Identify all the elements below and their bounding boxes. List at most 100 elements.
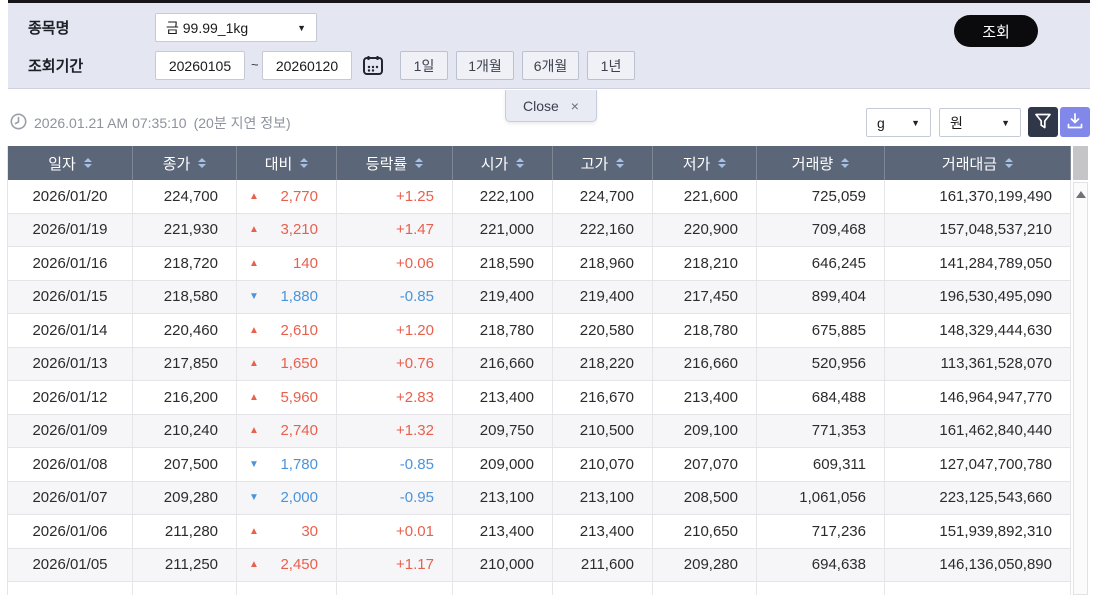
filler-cell [653, 582, 757, 595]
weight-unit-select[interactable]: g ▼ [866, 108, 931, 137]
close-tab[interactable]: Close × [505, 90, 597, 122]
item-name-label: 종목명 [28, 20, 70, 37]
cell-low: 209,100 [653, 414, 757, 447]
range-button-1year[interactable]: 1년 [587, 51, 635, 80]
weight-unit-value: g [877, 114, 885, 131]
cell-low: 217,450 [653, 280, 757, 313]
cell-close: 210,240 [133, 414, 237, 447]
cell-open: 209,000 [453, 448, 553, 481]
cell-rate: -0.85 [337, 448, 453, 481]
table-filler-row [8, 582, 1071, 595]
table-row: 2026/01/19 221,930 ▲ 3,210 +1.47 221,000 222,1… [8, 213, 1071, 247]
cell-date: 2026/01/19 [8, 213, 133, 246]
download-icon [1066, 112, 1084, 133]
item-select[interactable]: 금 99.99_1kg ▼ [155, 13, 317, 42]
column-header-rate[interactable]: 등락률 [337, 146, 453, 180]
change-value: 2,000 [280, 489, 318, 507]
cell-value: 141,284,789,050 [885, 247, 1071, 280]
cell-low: 208,500 [653, 481, 757, 514]
calendar-button[interactable] [360, 53, 386, 79]
range-button-1day[interactable]: 1일 [400, 51, 448, 80]
search-button[interactable]: 조회 [954, 15, 1038, 47]
cell-open: 218,780 [453, 314, 553, 347]
cell-volume: 1,061,056 [757, 481, 885, 514]
column-header-open[interactable]: 시가 [453, 146, 553, 180]
column-header-change[interactable]: 대비 [237, 146, 337, 180]
cell-close: 218,720 [133, 247, 237, 280]
cell-volume: 771,353 [757, 414, 885, 447]
cell-close: 217,850 [133, 347, 237, 380]
cell-value: 196,530,495,090 [885, 280, 1071, 313]
cell-volume: 609,311 [757, 448, 885, 481]
cell-high: 220,580 [553, 314, 653, 347]
filler-cell [237, 582, 337, 595]
cell-volume: 646,245 [757, 247, 885, 280]
cell-low: 218,210 [653, 247, 757, 280]
filter-panel: 종목명 금 99.99_1kg ▼ 조회 조회기간 ~ 1일 1개월 6개월 1… [8, 0, 1090, 89]
cell-date: 2026/01/13 [8, 347, 133, 380]
calendar-icon [362, 54, 384, 79]
cell-value: 161,462,840,440 [885, 414, 1071, 447]
close-icon[interactable]: × [571, 98, 579, 114]
table-header-row: 일자 종가 대비 등락률 시가 고가 저가 거래량 거래대금 [8, 146, 1071, 180]
cell-close: 216,200 [133, 381, 237, 414]
cell-high: 218,960 [553, 247, 653, 280]
chevron-down-icon: ▼ [297, 22, 306, 33]
cell-low: 220,900 [653, 213, 757, 246]
change-value: 2,740 [280, 422, 318, 440]
filler-cell [337, 582, 453, 595]
scroll-up-arrow-icon[interactable] [1075, 191, 1086, 198]
table-row: 2026/01/06 211,280 ▲ 30 +0.01 213,400 213,400 2… [8, 515, 1071, 549]
cell-date: 2026/01/06 [8, 515, 133, 548]
cell-date: 2026/01/12 [8, 381, 133, 414]
cell-value: 127,047,700,780 [885, 448, 1071, 481]
column-header-date[interactable]: 일자 [8, 146, 133, 180]
column-header-volume[interactable]: 거래량 [757, 146, 885, 180]
cell-close: 211,280 [133, 515, 237, 548]
up-arrow-icon: ▲ [249, 559, 259, 571]
change-value: 5,960 [280, 388, 318, 406]
table-row: 2026/01/05 211,250 ▲ 2,450 +1.17 210,000 211,6… [8, 548, 1071, 582]
cell-rate: -0.85 [337, 280, 453, 313]
cell-close: 209,280 [133, 481, 237, 514]
column-header-high[interactable]: 고가 [553, 146, 653, 180]
table-scrollbar[interactable] [1073, 146, 1088, 595]
sort-icon [300, 158, 309, 168]
cell-value: 157,048,537,210 [885, 213, 1071, 246]
date-to-input[interactable] [262, 51, 352, 80]
scrollbar-track[interactable] [1073, 182, 1088, 595]
down-arrow-icon: ▼ [249, 291, 259, 303]
cell-close: 207,500 [133, 448, 237, 481]
table-row: 2026/01/13 217,850 ▲ 1,650 +0.76 216,660 218,2… [8, 347, 1071, 381]
cell-open: 209,750 [453, 414, 553, 447]
range-button-1month[interactable]: 1개월 [456, 51, 514, 80]
cell-volume: 717,236 [757, 515, 885, 548]
column-header-value[interactable]: 거래대금 [885, 146, 1071, 180]
close-tab-label: Close [523, 97, 559, 114]
table-row: 2026/01/08 207,500 ▼ 1,780 -0.85 209,000 210,0… [8, 448, 1071, 482]
cell-high: 213,100 [553, 481, 653, 514]
cell-change: ▲ 30 [237, 515, 337, 548]
cell-low: 207,070 [653, 448, 757, 481]
cell-value: 161,370,199,490 [885, 180, 1071, 213]
column-header-low[interactable]: 저가 [653, 146, 757, 180]
change-value: 1,880 [280, 288, 318, 306]
filter-button[interactable] [1028, 107, 1058, 137]
column-header-close[interactable]: 종가 [133, 146, 237, 180]
change-value: 2,610 [280, 321, 318, 339]
filler-cell [453, 582, 553, 595]
cell-value: 148,329,444,630 [885, 314, 1071, 347]
change-value: 3,210 [280, 221, 318, 239]
cell-change: ▲ 2,770 [237, 180, 337, 213]
down-arrow-icon: ▼ [249, 492, 259, 504]
cell-high: 210,070 [553, 448, 653, 481]
currency-unit-select[interactable]: 원 ▼ [939, 108, 1021, 137]
up-arrow-icon: ▲ [249, 190, 259, 202]
date-from-input[interactable] [155, 51, 245, 80]
download-button[interactable] [1060, 107, 1090, 137]
range-button-6months[interactable]: 6개월 [522, 51, 579, 80]
cell-rate: +1.25 [337, 180, 453, 213]
cell-high: 210,500 [553, 414, 653, 447]
cell-high: 222,160 [553, 213, 653, 246]
cell-open: 210,000 [453, 548, 553, 581]
